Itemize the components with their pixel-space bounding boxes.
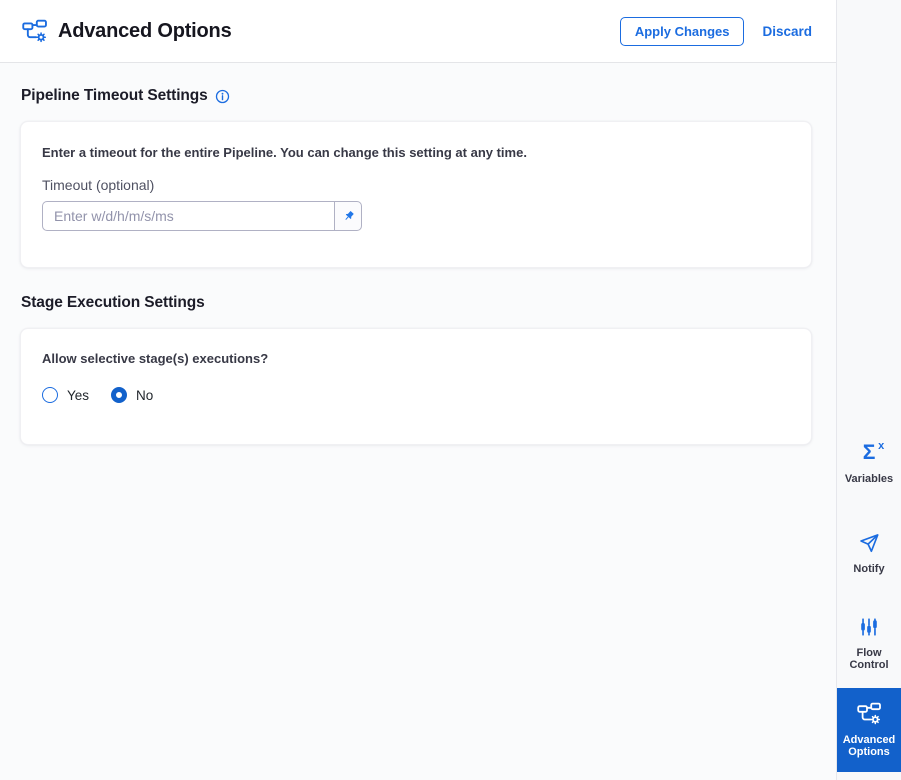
main-column: Advanced Options Apply Changes Discard P… xyxy=(0,0,836,780)
radio-circle-yes[interactable] xyxy=(42,387,58,403)
info-icon[interactable] xyxy=(215,89,230,104)
pin-icon xyxy=(341,209,356,224)
apply-changes-button[interactable]: Apply Changes xyxy=(619,16,745,46)
stage-execution-heading: Stage Execution Settings xyxy=(21,294,205,311)
stage-execution-heading-row: Stage Execution Settings xyxy=(21,294,812,312)
sidebar-item-label: Variables xyxy=(844,473,894,485)
radio-circle-no[interactable] xyxy=(111,387,128,403)
advanced-options-panel: Advanced Options Apply Changes Discard P… xyxy=(0,0,901,780)
sliders-icon xyxy=(857,615,881,639)
timeout-input[interactable] xyxy=(42,201,334,231)
page-title: Advanced Options xyxy=(58,19,232,42)
pipeline-gear-icon xyxy=(857,702,881,726)
selective-stage-radio-group: Yes No xyxy=(42,387,791,403)
pipeline-timeout-card: Enter a timeout for the entire Pipeline.… xyxy=(20,121,812,268)
paper-plane-icon xyxy=(857,531,881,555)
right-sidebar: Σx Variables Flow Control Notify xyxy=(836,0,901,780)
radio-option-0[interactable]: Yes xyxy=(42,387,89,403)
header-title-group: Advanced Options xyxy=(22,19,232,44)
radio-label-no: No xyxy=(136,387,154,403)
pipeline-timeout-heading: Pipeline Timeout Settings xyxy=(21,87,208,104)
stage-execution-card: Allow selective stage(s) executions? Yes… xyxy=(20,328,812,445)
sidebar-item-advanced-options[interactable]: Advanced Options xyxy=(837,688,901,772)
sidebar-item-variables[interactable]: Σx Variables xyxy=(837,418,901,508)
sidebar-item-label: Advanced Options xyxy=(842,734,896,758)
sidebar-item-notify[interactable]: Flow Control Notify xyxy=(837,508,901,598)
pipeline-gear-icon xyxy=(22,19,47,44)
timeout-description: Enter a timeout for the entire Pipeline.… xyxy=(42,145,527,160)
timeout-input-group xyxy=(42,201,362,231)
selective-stage-question: Allow selective stage(s) executions? xyxy=(42,351,269,366)
sidebar-item-label: Flow Control xyxy=(849,647,889,671)
timeout-label: Timeout (optional) xyxy=(42,177,155,193)
content-area: Pipeline Timeout Settings Enter a timeou… xyxy=(0,63,836,780)
header-actions: Apply Changes Discard xyxy=(619,16,812,46)
runtime-input-pin-button[interactable] xyxy=(334,201,362,231)
discard-button[interactable]: Discard xyxy=(762,24,812,39)
pipeline-timeout-heading-row: Pipeline Timeout Settings xyxy=(21,87,812,105)
sidebar-item-flow-control[interactable]: Flow Control xyxy=(837,598,901,688)
panel-header: Advanced Options Apply Changes Discard xyxy=(0,0,836,63)
radio-option-1[interactable]: No xyxy=(111,387,153,403)
sigma-x-icon: Σx xyxy=(862,440,885,464)
sidebar-item-label: Notify xyxy=(853,563,885,575)
radio-label-yes: Yes xyxy=(67,387,90,403)
